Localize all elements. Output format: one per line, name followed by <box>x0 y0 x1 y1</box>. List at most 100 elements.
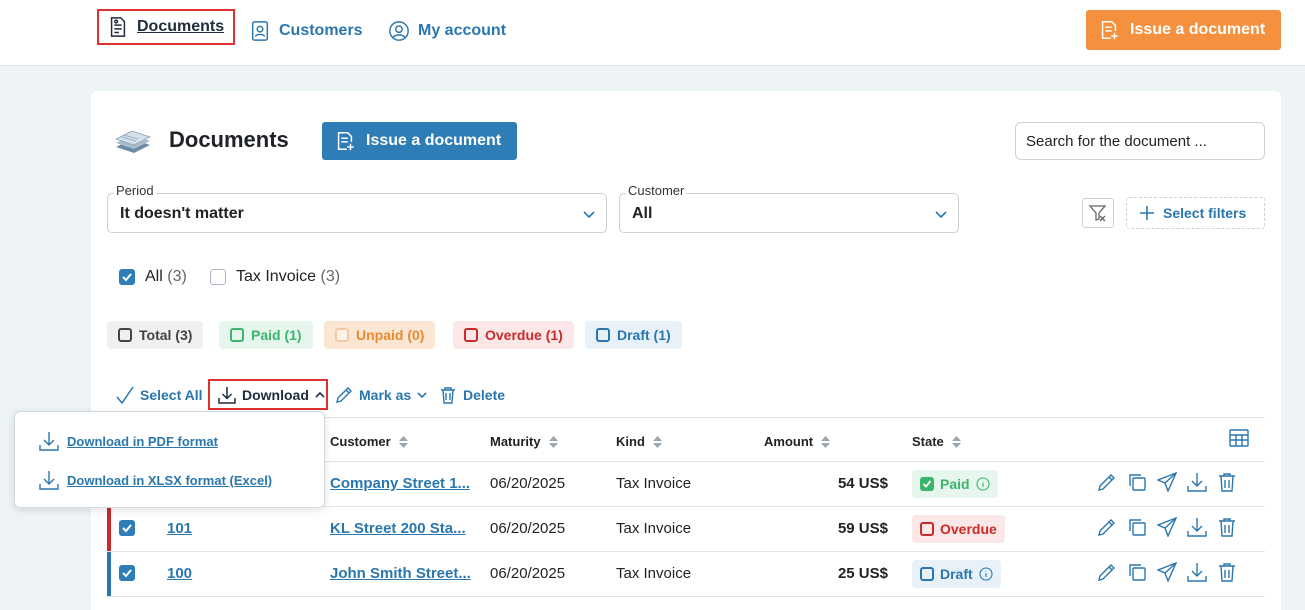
send-icon[interactable] <box>1157 517 1177 537</box>
send-icon[interactable] <box>1157 472 1177 492</box>
select-filters-label: Select filters <box>1163 205 1247 221</box>
download-label: Download <box>242 386 309 403</box>
mark-as-button[interactable]: Mark as <box>335 384 427 406</box>
row-checkbox[interactable] <box>119 565 135 581</box>
info-icon[interactable] <box>979 567 993 581</box>
nav-customers-label: Customers <box>279 22 363 39</box>
row-customer[interactable]: KL Street 200 Sta... <box>330 520 466 537</box>
status-pill-total-label: Total (3) <box>139 327 193 343</box>
chevron-down-icon <box>935 211 947 219</box>
row-actions <box>1097 517 1237 537</box>
document-add-icon <box>337 132 354 151</box>
nav-customers[interactable]: Customers <box>249 16 363 46</box>
column-header-amount[interactable]: Amount <box>764 434 831 449</box>
search-input[interactable] <box>1015 122 1265 160</box>
issue-document-button[interactable]: Issue a document <box>322 122 517 160</box>
nav-documents[interactable]: Documents <box>97 9 235 45</box>
row-customer[interactable]: Company Street 1... <box>330 475 470 492</box>
trash-icon[interactable] <box>1217 472 1237 492</box>
row-customer[interactable]: John Smith Street... <box>330 565 471 582</box>
check-icon <box>122 569 132 578</box>
column-header-kind-label: Kind <box>616 434 645 449</box>
status-pill-paid[interactable]: Paid (1) <box>219 321 313 349</box>
row-amount: 25 US$ <box>837 565 888 582</box>
documents-stack-icon <box>114 130 152 153</box>
send-icon[interactable] <box>1157 562 1177 582</box>
copy-icon[interactable] <box>1127 517 1147 537</box>
row-amount: 59 US$ <box>837 520 888 537</box>
edit-icon[interactable] <box>1097 517 1117 537</box>
pencil-icon <box>336 387 352 403</box>
type-filter-tax-invoice-count: (3) <box>320 268 341 285</box>
period-value: It doesn't matter <box>120 205 244 222</box>
status-pill-overdue[interactable]: Overdue (1) <box>453 321 574 349</box>
status-badge-label: Draft <box>940 566 973 582</box>
nav-my-account-label: My account <box>418 22 507 39</box>
status-pill-unpaid[interactable]: Unpaid (0) <box>324 321 436 349</box>
select-all-label: Select All <box>140 387 203 403</box>
trash-icon[interactable] <box>1217 517 1237 537</box>
top-nav-bar: Documents Customers My account Issue a d… <box>0 0 1305 66</box>
row-maturity: 06/20/2025 <box>490 520 566 537</box>
sort-icon <box>951 435 961 448</box>
delete-button[interactable]: Delete <box>439 384 505 406</box>
row-accent-bar <box>107 507 111 551</box>
status-badge: Overdue <box>912 515 1005 543</box>
customer-label: Customer <box>626 183 687 198</box>
row-number[interactable]: 100 <box>167 565 192 582</box>
check-icon <box>122 524 132 533</box>
row-kind: Tax Invoice <box>616 520 692 537</box>
checkbox-unchecked[interactable] <box>210 269 226 285</box>
download-button[interactable]: Download <box>208 379 328 410</box>
download-xlsx-option[interactable]: Download in XLSX format (Excel) <box>39 470 272 490</box>
chevron-down-icon <box>583 211 595 219</box>
row-accent-bar <box>107 552 111 596</box>
table-row[interactable]: 101 KL Street 200 Sta... 06/20/2025 Tax … <box>107 507 1265 551</box>
square-icon <box>920 567 934 581</box>
table-columns-icon[interactable] <box>1229 429 1249 447</box>
customer-value: All <box>632 205 653 222</box>
check-icon <box>122 273 132 282</box>
table-row[interactable]: 100 John Smith Street... 06/20/2025 Tax … <box>107 552 1265 596</box>
download-icon[interactable] <box>1187 562 1207 582</box>
checkbox-unchecked <box>464 328 478 342</box>
row-kind: Tax Invoice <box>616 565 692 582</box>
column-header-kind[interactable]: Kind <box>616 434 662 449</box>
sort-icon <box>652 435 662 448</box>
period-select[interactable]: Period It doesn't matter <box>107 183 607 233</box>
status-badge: Draft <box>912 560 1001 588</box>
type-filter-all-label: All <box>145 268 163 285</box>
edit-icon[interactable] <box>1097 562 1117 582</box>
status-pill-total[interactable]: Total (3) <box>107 321 204 349</box>
select-all-button[interactable]: Select All <box>116 384 203 406</box>
column-header-maturity[interactable]: Maturity <box>490 434 558 449</box>
copy-icon[interactable] <box>1127 472 1147 492</box>
issue-document-top-button[interactable]: Issue a document <box>1086 10 1281 50</box>
download-icon[interactable] <box>1187 472 1207 492</box>
row-kind: Tax Invoice <box>616 475 692 492</box>
nav-my-account[interactable]: My account <box>388 16 506 46</box>
column-header-state[interactable]: State <box>912 434 961 449</box>
status-pill-draft[interactable]: Draft (1) <box>585 321 682 349</box>
select-filters-button[interactable]: Select filters <box>1126 197 1265 229</box>
edit-icon[interactable] <box>1097 472 1117 492</box>
customer-select[interactable]: Customer All <box>619 183 959 233</box>
info-icon[interactable] <box>976 477 990 491</box>
document-icon <box>110 17 126 37</box>
column-header-customer[interactable]: Customer <box>330 434 408 449</box>
download-pdf-option[interactable]: Download in PDF format <box>39 431 218 451</box>
clear-filters-button[interactable] <box>1082 198 1114 228</box>
download-icon[interactable] <box>1187 517 1207 537</box>
download-menu: Download in PDF format Download in XLSX … <box>14 411 325 508</box>
checkbox-checked[interactable] <box>119 269 135 285</box>
trash-icon <box>441 387 455 404</box>
plus-icon <box>1140 206 1154 220</box>
row-number[interactable]: 101 <box>167 520 192 537</box>
trash-icon[interactable] <box>1217 562 1237 582</box>
type-filter-all[interactable]: All (3) <box>119 268 187 286</box>
download-icon <box>39 471 59 490</box>
status-badge-label: Overdue <box>940 521 997 537</box>
row-checkbox[interactable] <box>119 520 135 536</box>
copy-icon[interactable] <box>1127 562 1147 582</box>
type-filter-tax-invoice[interactable]: Tax Invoice (3) <box>210 268 340 286</box>
